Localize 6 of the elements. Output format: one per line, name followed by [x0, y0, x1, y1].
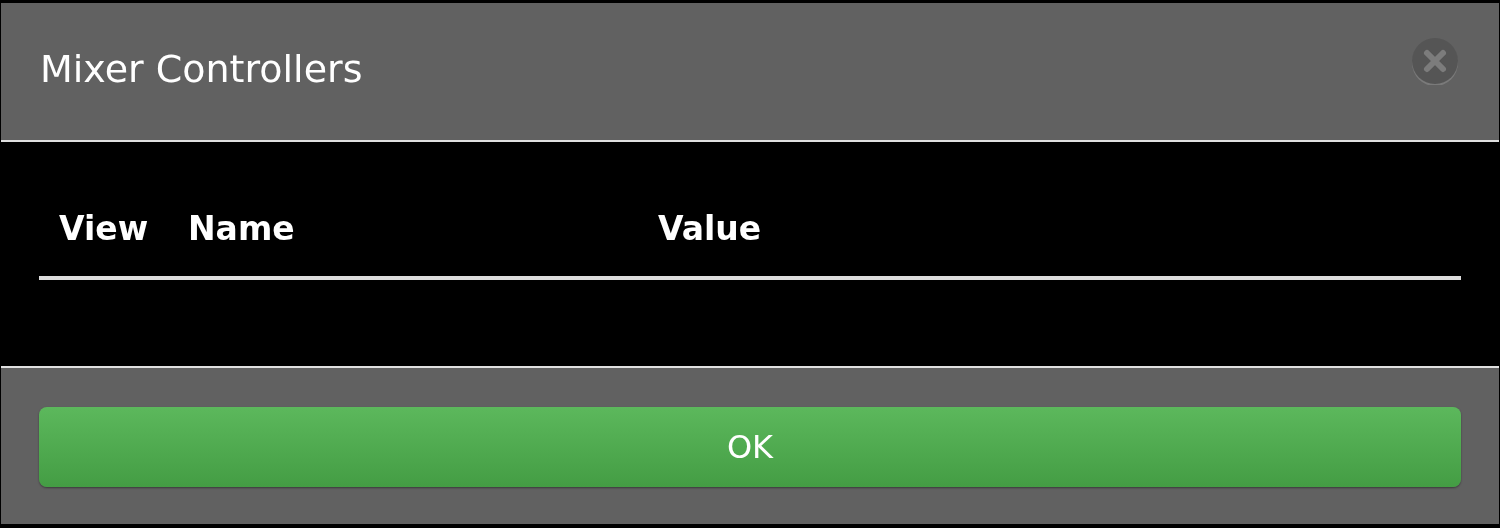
close-icon[interactable] — [1411, 36, 1459, 85]
column-header: Name — [188, 208, 296, 248]
ok-button[interactable]: OK — [39, 407, 1461, 487]
dialog-title: Mixer Controllers — [40, 46, 363, 91]
column-header: Value — [658, 208, 763, 248]
column-header: View — [58, 208, 150, 248]
